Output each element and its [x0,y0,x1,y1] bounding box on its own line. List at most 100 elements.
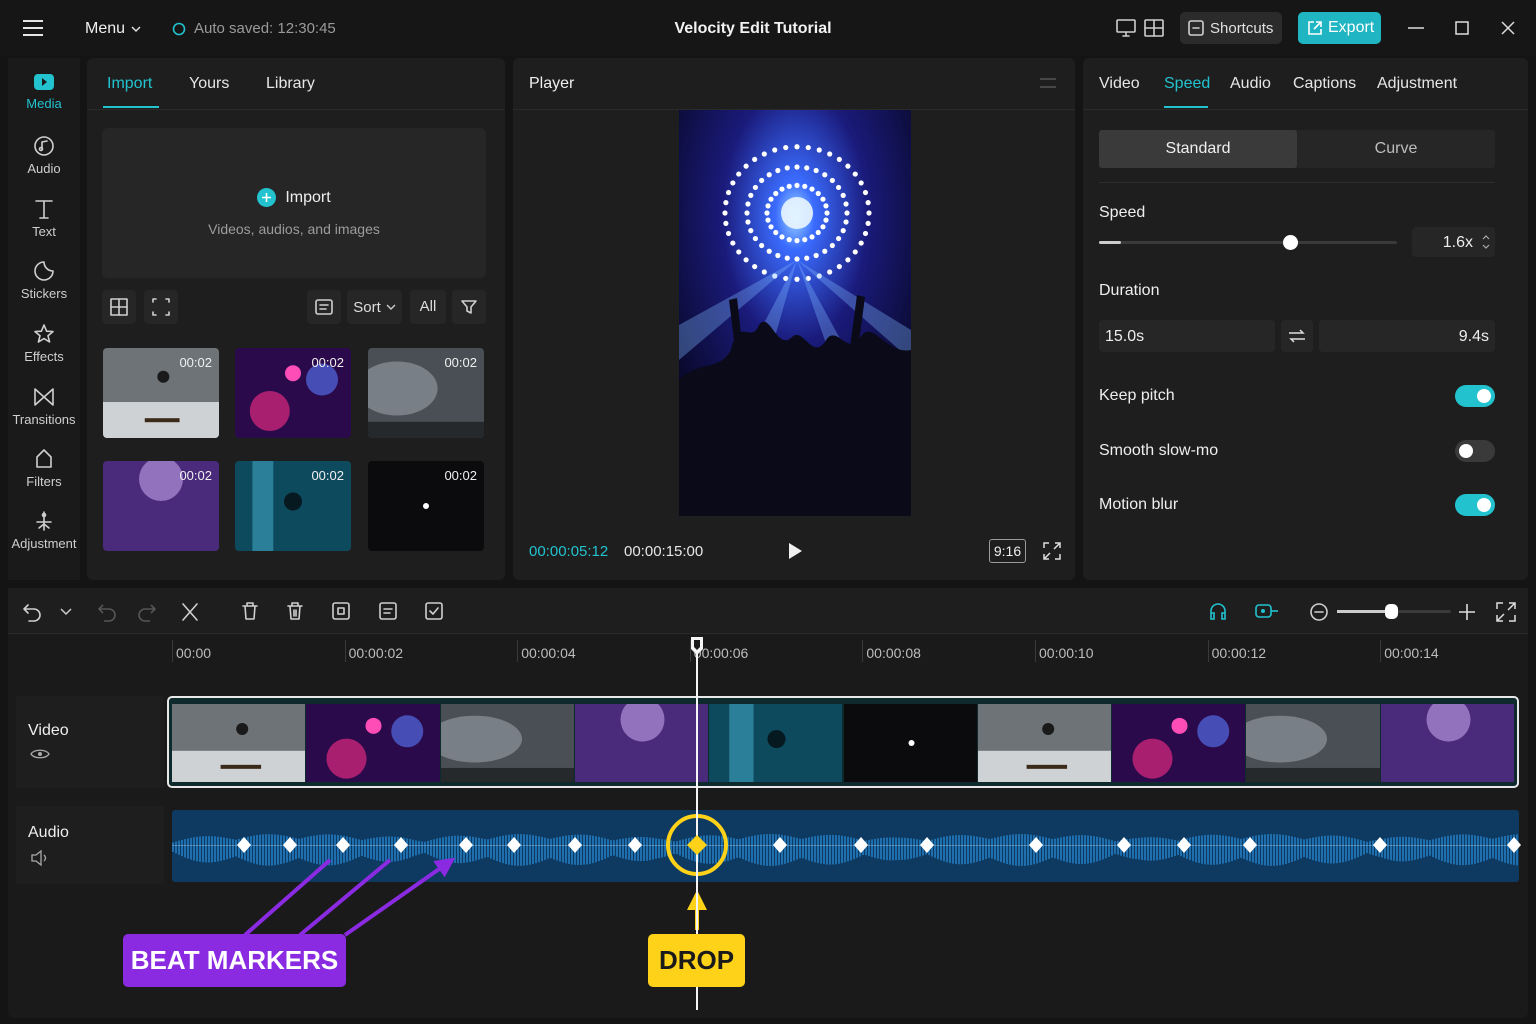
beat-marker-icon[interactable] [920,837,934,853]
media-clip-thumbnail[interactable]: 00:02 [103,461,219,551]
rail-item-media[interactable]: Media [1,72,87,111]
monitor-icon[interactable] [1116,19,1136,37]
filter-all-button[interactable]: All [410,290,446,324]
refresh-button[interactable] [307,290,341,324]
tab-video[interactable]: Video [1099,75,1140,93]
smooth-slowmo-toggle[interactable] [1455,440,1495,462]
beat-marker-icon[interactable] [773,837,787,853]
fit-timeline-icon[interactable] [1496,602,1516,622]
speed-value-field[interactable]: 1.6x [1412,227,1495,257]
media-clip-thumbnail[interactable]: 00:02 [235,348,351,438]
duration-original-field[interactable]: 15.0s [1099,320,1275,352]
tab-audio[interactable]: Audio [1230,75,1271,93]
ruler-tick [344,640,346,662]
zoom-out-icon[interactable] [1309,602,1329,622]
sort-dropdown[interactable]: Sort [347,290,402,324]
reverse-icon[interactable] [378,601,398,621]
beat-marker-icon[interactable] [628,837,642,853]
duration-new-field[interactable]: 9.4s [1319,320,1495,352]
tab-adjustment[interactable]: Adjustment [1377,75,1457,93]
maximize-icon[interactable] [1455,21,1469,35]
rail-item-filters[interactable]: Filters [1,448,87,489]
trash-icon[interactable] [285,601,305,621]
stepper-icon[interactable] [1481,233,1491,251]
headphones-icon[interactable] [1208,601,1228,621]
beat-marker-icon[interactable] [1177,837,1191,853]
chevron-down-icon[interactable] [60,608,72,616]
minimize-icon[interactable] [1408,27,1424,29]
beat-marker-icon[interactable] [283,837,297,853]
beat-marker-icon[interactable] [1117,837,1131,853]
audio-clip[interactable] [172,810,1519,882]
undo-disabled-icon[interactable] [97,602,117,622]
keep-pitch-toggle[interactable] [1455,385,1495,407]
import-dropzone[interactable]: Import Videos, audios, and images [102,128,486,278]
rail-item-effects[interactable]: Effects [1,323,87,364]
play-icon[interactable] [787,542,803,560]
speaker-icon[interactable] [30,850,50,866]
beat-marker-icon[interactable] [1243,837,1257,853]
video-frame [574,704,709,782]
beat-marker-icon[interactable] [1507,837,1521,853]
rail-item-stickers[interactable]: Stickers [1,260,87,301]
layout-icon[interactable] [1144,19,1164,37]
beat-marker-icon[interactable] [336,837,350,853]
media-clip-thumbnail[interactable]: 00:02 [368,348,484,438]
rail-item-text[interactable]: Text [1,198,87,239]
redo-icon[interactable] [137,602,157,622]
split-icon[interactable] [180,602,200,622]
mode-standard[interactable]: Standard [1099,130,1297,168]
zoom-slider-knob[interactable] [1384,604,1398,619]
speed-slider[interactable] [1099,235,1397,250]
beat-marker-icon[interactable] [1029,837,1043,853]
media-clip-thumbnail[interactable]: 00:02 [235,461,351,551]
shortcuts-button[interactable]: Shortcuts [1180,12,1282,44]
tab-underline [1164,106,1208,108]
filter-button[interactable] [452,290,486,324]
undo-icon[interactable] [22,602,42,622]
ruler-label: 00:00:02 [348,645,404,661]
magnet-link-icon[interactable] [1255,602,1279,620]
aspect-ratio-button[interactable]: 9:16 [989,539,1026,563]
import-button[interactable]: Import [102,188,486,207]
beat-marker-icon[interactable] [459,837,473,853]
freeze-frame-icon[interactable] [331,601,351,621]
preview-canvas[interactable] [679,110,911,516]
delete-left-icon[interactable] [240,601,260,621]
crop-frame-icon[interactable] [424,601,444,621]
grid-view-button[interactable] [102,290,136,324]
beat-marker-icon[interactable] [237,837,251,853]
close-icon[interactable] [1501,21,1515,35]
media-clip-thumbnail[interactable]: 00:02 [103,348,219,438]
playhead-handle-icon[interactable] [689,636,705,656]
drop-marker-icon[interactable] [686,834,708,856]
swap-icon [315,299,333,315]
menu-lines-icon[interactable] [1040,77,1056,89]
beat-marker-icon[interactable] [854,837,868,853]
mode-curve[interactable]: Curve [1297,130,1495,168]
rail-item-audio[interactable]: Audio [1,135,87,176]
rail-item-transitions[interactable]: Transitions [1,386,87,427]
tab-yours[interactable]: Yours [189,75,229,93]
beat-marker-icon[interactable] [394,837,408,853]
rail-item-adjustment[interactable]: Adjustment [1,510,87,551]
duration-link-button[interactable] [1281,320,1313,352]
ruler-label: 00:00:10 [1039,645,1094,661]
export-button[interactable]: Export [1298,12,1381,44]
beat-marker-icon[interactable] [1373,837,1387,853]
speed-slider-knob[interactable] [1282,235,1298,250]
tab-import[interactable]: Import [107,75,152,93]
aspect-button[interactable] [144,290,178,324]
zoom-in-icon[interactable] [1458,603,1476,621]
tab-speed[interactable]: Speed [1164,75,1210,93]
media-clip-thumbnail[interactable]: 00:02 [368,461,484,551]
beat-marker-icon[interactable] [507,837,521,853]
zoom-slider[interactable] [1337,604,1451,619]
tab-library[interactable]: Library [266,75,315,93]
motion-blur-toggle[interactable] [1455,494,1495,516]
beat-marker-icon[interactable] [568,837,582,853]
eye-icon[interactable] [30,747,50,761]
tab-captions[interactable]: Captions [1293,75,1356,93]
fullscreen-icon[interactable] [1043,542,1061,560]
ruler-label: 00:00:08 [866,645,921,661]
